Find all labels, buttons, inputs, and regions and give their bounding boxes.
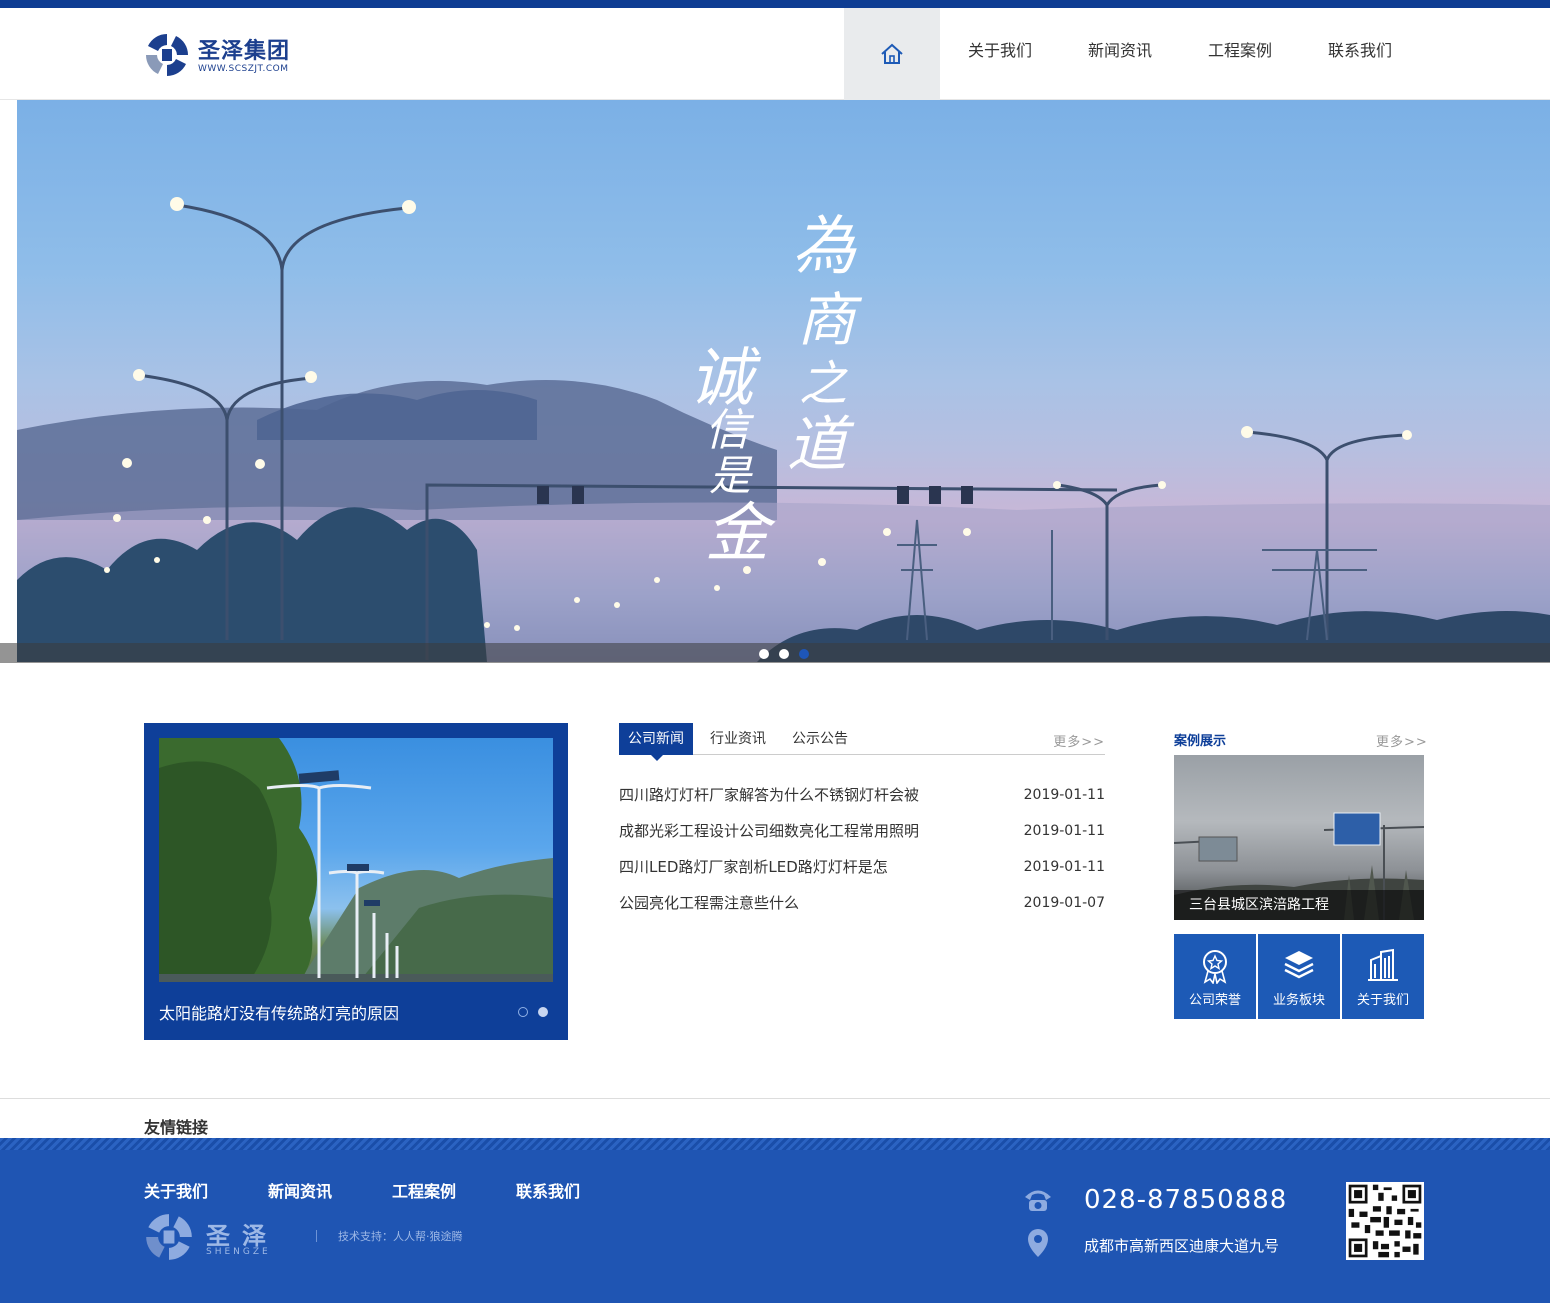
business-label: 业务板块 bbox=[1272, 993, 1325, 1008]
news-date: 2019-01-11 bbox=[1023, 859, 1105, 875]
hero-banner[interactable]: 為 商 之 道 诚 信 是 金 bbox=[17, 100, 1550, 662]
top-accent-bar bbox=[0, 0, 1550, 8]
footer-nav-about[interactable]: 关于我们 bbox=[144, 1178, 208, 1202]
news-title[interactable]: 成都光彩工程设计公司细数亮化工程常用照明 bbox=[619, 816, 919, 846]
site-header: 圣泽集团 WWW.SCSZJT.COM 关于我们 新闻资讯 工程案例 联系我们 bbox=[0, 8, 1550, 100]
cases-more-link[interactable]: 更多>> bbox=[1376, 731, 1428, 750]
feature-dot-2[interactable] bbox=[538, 1007, 548, 1017]
news-title[interactable]: 公园亮化工程需注意些什么 bbox=[619, 888, 799, 918]
nav-home[interactable] bbox=[844, 8, 940, 100]
svg-text:是: 是 bbox=[709, 451, 753, 500]
tab-industry-news[interactable]: 行业资讯 bbox=[701, 723, 775, 755]
solar-streetlight-image bbox=[159, 738, 553, 982]
svg-text:信: 信 bbox=[705, 405, 755, 456]
building-icon bbox=[1368, 948, 1398, 981]
footer-address: 成都市高新西区迪康大道九号 bbox=[1084, 1237, 1280, 1255]
tech-support[interactable]: 技术支持：人人帮·狼途腾 bbox=[338, 1228, 463, 1244]
nav-about[interactable]: 关于我们 bbox=[940, 8, 1060, 100]
logo-url: WWW.SCSZJT.COM bbox=[198, 64, 289, 74]
case-caption[interactable]: 三台县城区滨涪路工程 bbox=[1174, 890, 1424, 920]
banner-dot-1[interactable] bbox=[759, 649, 769, 659]
footer-separator bbox=[316, 1230, 317, 1242]
site-logo[interactable]: 圣泽集团 WWW.SCSZJT.COM bbox=[144, 32, 314, 80]
nav-cases[interactable]: 工程案例 bbox=[1180, 8, 1300, 100]
honor-label: 公司荣誉 bbox=[1188, 993, 1241, 1008]
news-more-link[interactable]: 更多>> bbox=[1053, 731, 1105, 750]
logo-mark-icon bbox=[145, 33, 189, 77]
banner-dot-3[interactable] bbox=[799, 649, 809, 659]
business-button[interactable]: 业务板块 bbox=[1258, 934, 1340, 1019]
footer-stripe bbox=[0, 1138, 1550, 1150]
svg-text:商: 商 bbox=[797, 286, 863, 354]
layers-icon bbox=[1284, 951, 1314, 979]
case-photo[interactable]: 三台县城区滨涪路工程 bbox=[1174, 755, 1424, 920]
footer-logo-mark-icon bbox=[146, 1214, 192, 1260]
news-date: 2019-01-11 bbox=[1023, 823, 1105, 839]
banner-left-margin bbox=[0, 100, 17, 662]
news-title[interactable]: 四川路灯灯杆厂家解答为什么不锈钢灯杆会被 bbox=[619, 780, 919, 810]
news-date: 2019-01-11 bbox=[1023, 787, 1105, 803]
location-pin-icon bbox=[1028, 1229, 1048, 1257]
news-item[interactable]: 四川LED路灯厂家剖析LED路灯灯杆是怎 2019-01-11 bbox=[619, 852, 1105, 888]
cases-heading: 案例展示 bbox=[1174, 734, 1227, 749]
main-nav: 关于我们 新闻资讯 工程案例 联系我们 bbox=[844, 8, 1420, 100]
active-tab-arrow bbox=[651, 755, 663, 761]
news-date: 2019-01-07 bbox=[1023, 895, 1105, 911]
news-item[interactable]: 成都光彩工程设计公司细数亮化工程常用照明 2019-01-11 bbox=[619, 816, 1105, 852]
svg-text:道: 道 bbox=[787, 410, 855, 480]
divider bbox=[0, 1098, 1550, 1099]
qr-code-icon bbox=[1346, 1182, 1424, 1260]
phone-icon bbox=[1025, 1190, 1051, 1211]
tab-company-news[interactable]: 公司新闻 bbox=[619, 723, 693, 755]
svg-text:之: 之 bbox=[799, 356, 848, 412]
footer-logo: 圣泽 SHENGZE bbox=[144, 1212, 294, 1262]
banner-scene: 為 商 之 道 诚 信 是 金 bbox=[17, 197, 1550, 662]
feature-news-photo[interactable] bbox=[159, 738, 553, 982]
home-icon bbox=[881, 43, 903, 64]
banner-pagination-bar bbox=[0, 643, 1550, 663]
news-tabs: 公司新闻 行业资讯 公示公告 更多>> bbox=[619, 723, 1105, 761]
nav-news[interactable]: 新闻资讯 bbox=[1060, 8, 1180, 100]
news-item[interactable]: 四川路灯灯杆厂家解答为什么不锈钢灯杆会被 2019-01-11 bbox=[619, 780, 1105, 816]
footer-logo-sub: SHENGZE bbox=[206, 1247, 271, 1257]
feature-news-caption[interactable]: 太阳能路灯没有传统路灯亮的原因 bbox=[159, 1000, 399, 1024]
svg-text:金: 金 bbox=[705, 497, 776, 571]
nav-contact[interactable]: 联系我们 bbox=[1300, 8, 1420, 100]
footer-nav-cases[interactable]: 工程案例 bbox=[392, 1178, 456, 1202]
logo-title: 圣泽集团 bbox=[198, 39, 291, 64]
news-title[interactable]: 四川LED路灯厂家剖析LED路灯灯杆是怎 bbox=[619, 852, 888, 882]
calligraphy-char-1: 為 bbox=[792, 210, 857, 284]
news-list: 四川路灯灯杆厂家解答为什么不锈钢灯杆会被 2019-01-11 成都光彩工程设计… bbox=[619, 780, 1105, 924]
about-label: 关于我们 bbox=[1356, 993, 1409, 1008]
friend-links-heading: 友情链接 bbox=[144, 1118, 209, 1137]
footer-logo-text: 圣泽 bbox=[206, 1222, 278, 1250]
honor-button[interactable]: 公司荣誉 bbox=[1174, 934, 1256, 1019]
award-icon bbox=[1203, 950, 1227, 984]
footer-nav-news[interactable]: 新闻资讯 bbox=[268, 1178, 332, 1202]
about-button[interactable]: 关于我们 bbox=[1342, 934, 1424, 1019]
feature-news-card[interactable]: 太阳能路灯没有传统路灯亮的原因 bbox=[144, 723, 568, 1040]
footer-phone[interactable]: 028-87850888 bbox=[1084, 1185, 1287, 1215]
footer-nav-contact[interactable]: 联系我们 bbox=[516, 1178, 580, 1202]
news-item[interactable]: 公园亮化工程需注意些什么 2019-01-07 bbox=[619, 888, 1105, 924]
feature-dot-1[interactable] bbox=[518, 1007, 528, 1017]
tab-announcements[interactable]: 公示公告 bbox=[783, 723, 857, 755]
banner-dot-2[interactable] bbox=[779, 649, 789, 659]
